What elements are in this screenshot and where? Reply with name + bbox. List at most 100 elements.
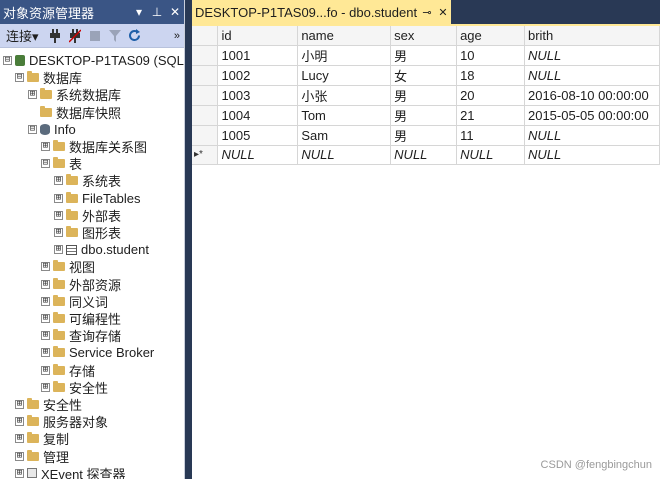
table-row[interactable]: 1001 小明男 10 NULL [192, 45, 660, 66]
tab-dbo-student[interactable]: DESKTOP-P1TAS09...fo - dbo.student ⊸ ✕ [192, 0, 451, 24]
pin-tab-icon[interactable]: ⊸ [419, 6, 435, 19]
cell-sex[interactable]: 男 [390, 85, 458, 106]
expand-icon[interactable]: ⊞ [15, 400, 24, 409]
row-selector[interactable] [192, 85, 219, 106]
collapse-icon[interactable]: ⊟ [15, 73, 24, 83]
cell-brith[interactable]: NULL [524, 125, 660, 146]
pin-icon[interactable]: ⊥ [148, 5, 166, 19]
expand-icon[interactable]: ⊞ [54, 228, 63, 237]
tree-node[interactable]: ⊞ 存储 [41, 362, 95, 379]
expand-icon[interactable]: ⊞ [15, 417, 24, 427]
table-row[interactable]: 1004 Tom 男 21 2015-05-05 00:00:00 [192, 105, 660, 126]
cell-age[interactable]: 10 [456, 45, 525, 66]
collapse-icon[interactable]: ⊟ [3, 56, 12, 65]
cell-name[interactable]: Lucy [297, 65, 392, 86]
cell-id[interactable]: 1002 [217, 65, 299, 86]
cell-sex[interactable]: 男 [390, 105, 458, 126]
column-header-name[interactable]: name [297, 26, 392, 46]
cell-id[interactable]: 1001 [217, 45, 299, 66]
cell-brith[interactable]: NULL [524, 45, 660, 66]
cell-age[interactable]: 18 [456, 65, 525, 86]
tree-node[interactable]: ⊞ 图形表 [54, 224, 121, 241]
expand-icon[interactable]: ⊞ [41, 279, 50, 289]
row-selector[interactable] [192, 45, 219, 66]
cell-id[interactable]: NULL [217, 145, 299, 165]
table-row[interactable]: 1005 Sam 男 11 NULL [192, 125, 660, 146]
expand-icon[interactable]: ⊞ [54, 245, 63, 255]
expand-icon[interactable]: ⊞ [41, 348, 50, 358]
row-selector[interactable] [192, 125, 219, 146]
cell-brith[interactable]: NULL [524, 145, 660, 165]
row-selector-header[interactable] [192, 26, 219, 46]
expand-icon[interactable]: ⊞ [54, 176, 63, 186]
cell-sex[interactable]: NULL [390, 145, 458, 165]
row-selector[interactable] [192, 105, 219, 126]
expand-icon[interactable]: ⊞ [41, 262, 50, 272]
column-header-sex[interactable]: sex [390, 26, 458, 46]
column-header-brith[interactable]: brith [524, 26, 660, 46]
cell-id[interactable]: 1003 [217, 85, 299, 106]
tree-node[interactable]: ⊞ 查询存储 [41, 327, 121, 344]
cell-name[interactable]: 小明 [297, 45, 392, 66]
tree-node[interactable]: ⊞ 视图 [41, 258, 95, 275]
cell-brith[interactable]: NULL [524, 65, 660, 86]
table-row[interactable]: 1002 Lucy 女 18 NULL [192, 65, 660, 86]
new-row[interactable]: ▸* NULL NULL NULL NULL NULL [192, 145, 660, 165]
cell-name[interactable]: Sam [297, 125, 392, 146]
cell-age[interactable]: 20 [456, 85, 525, 106]
expand-icon[interactable]: ⊞ [54, 210, 63, 220]
table-row[interactable]: 1003 小张男 20 2016-08-10 00:00:00 [192, 85, 660, 106]
panel-splitter[interactable] [185, 0, 192, 479]
cell-age[interactable]: NULL [456, 145, 525, 165]
tree-node[interactable]: ⊟ 表 [41, 155, 82, 172]
tree-node[interactable]: ⊟ 数据库 [15, 69, 82, 86]
expand-icon[interactable]: ⊞ [41, 296, 50, 306]
cell-sex[interactable]: 女 [390, 65, 458, 86]
tree-node[interactable]: ⊞ dbo.student [54, 241, 149, 258]
tree-node[interactable]: ⊞ 系统表 [54, 172, 121, 189]
collapse-icon[interactable]: ⊟ [41, 159, 50, 169]
tree-node[interactable]: ⊞ 可编程性 [41, 310, 121, 327]
dropdown-icon[interactable]: ▾ [130, 5, 148, 19]
refresh-icon[interactable] [125, 27, 145, 45]
toolbar-overflow-icon[interactable]: » [174, 30, 180, 42]
column-header-id[interactable]: id [217, 26, 299, 46]
column-header-age[interactable]: age [456, 26, 525, 46]
expand-icon[interactable]: ⊞ [15, 451, 24, 461]
row-selector[interactable]: ▸* [192, 145, 219, 165]
expand-icon[interactable]: ⊞ [54, 193, 63, 203]
tree-node[interactable]: ⊞ 管理 [15, 448, 69, 465]
cell-sex[interactable]: 男 [390, 125, 458, 146]
stop-icon[interactable] [85, 27, 105, 45]
tree-node[interactable]: ⊞ Service Broker [41, 344, 154, 361]
close-tab-icon[interactable]: ✕ [435, 6, 451, 19]
cell-name[interactable]: Tom [297, 105, 392, 126]
expand-icon[interactable]: ⊞ [15, 434, 24, 444]
connect-plug-icon[interactable] [45, 27, 65, 45]
tree-node[interactable]: ⊟ DESKTOP-P1TAS09 (SQL Se [3, 52, 184, 69]
tree-node[interactable]: ⊞ 同义词 [41, 293, 108, 310]
cell-name[interactable]: NULL [297, 145, 392, 165]
cell-age[interactable]: 21 [456, 105, 525, 126]
tree-node[interactable]: ⊞ 安全性 [15, 396, 82, 413]
expand-icon[interactable]: ⊞ [41, 331, 50, 341]
close-icon[interactable]: ✕ [166, 5, 184, 19]
expand-icon[interactable]: ⊞ [41, 382, 50, 392]
tree-node[interactable]: ⊞ 系统数据库 [28, 86, 121, 103]
expand-icon[interactable]: ⊞ [41, 142, 50, 151]
tree-node[interactable]: ⊞ XEvent 探查器 [15, 465, 126, 479]
tree-node[interactable]: 数据库快照 [28, 104, 121, 121]
cell-name[interactable]: 小张 [297, 85, 392, 106]
tree-node[interactable]: ⊞ 外部资源 [41, 276, 121, 293]
cell-id[interactable]: 1004 [217, 105, 299, 126]
connect-button[interactable]: 连接▾ [6, 26, 39, 45]
tree-node[interactable]: ⊞ 数据库关系图 [41, 138, 147, 155]
expand-icon[interactable]: ⊞ [15, 468, 24, 478]
tree-node[interactable]: ⊞ 外部表 [54, 207, 121, 224]
cell-id[interactable]: 1005 [217, 125, 299, 146]
expand-icon[interactable]: ⊞ [28, 90, 37, 100]
collapse-icon[interactable]: ⊟ [28, 124, 37, 134]
disconnect-plug-icon[interactable] [65, 27, 85, 45]
tree-node[interactable]: ⊞ 服务器对象 [15, 413, 108, 430]
expand-icon[interactable]: ⊞ [41, 314, 50, 323]
